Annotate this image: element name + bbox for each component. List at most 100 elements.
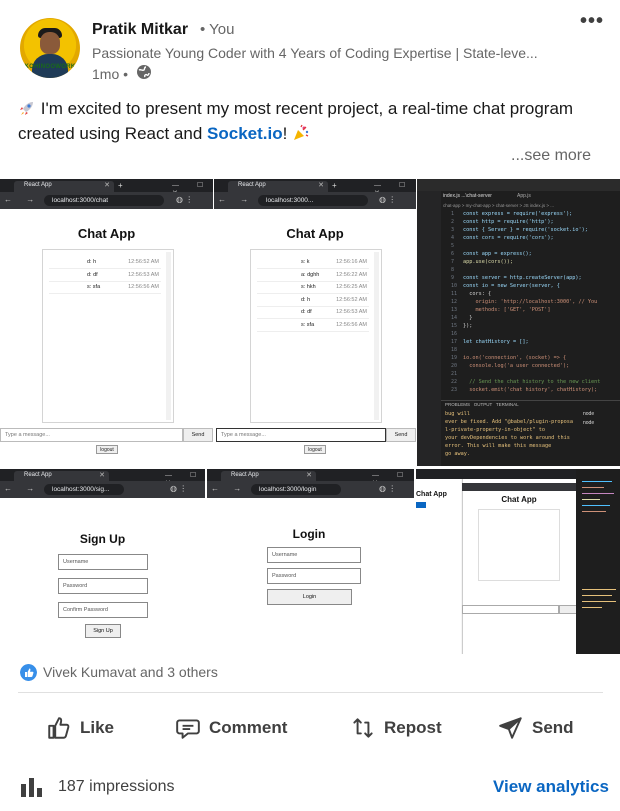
chat-message: s: sfa 12:56:56 AM (257, 319, 369, 332)
socketio-link[interactable]: Socket.io (207, 124, 283, 143)
mini-send (559, 605, 577, 614)
author-relation: • You (200, 21, 235, 38)
repost-label: Repost (384, 718, 442, 737)
tab-close-icon: ✕ (99, 472, 105, 479)
line-number: 20 (451, 363, 458, 369)
line-number: 14 (451, 315, 458, 321)
screenshot-login[interactable]: React App ✕ — ☐ ✕ ← → C localhost:3000/l… (207, 469, 414, 654)
mini-left-title: Chat App (416, 491, 447, 498)
line-number: 19 (451, 355, 458, 361)
line-number: 1 (451, 211, 455, 217)
extensions-icon: ◍ ⋮ (176, 195, 194, 204)
line-number: 17 (451, 339, 458, 345)
like-reaction-icon (20, 664, 37, 681)
signup-confirm-field: Confirm Password (58, 602, 148, 618)
logout-button: logout (304, 445, 326, 454)
new-tab-icon: + (332, 181, 337, 190)
screenshot-signup[interactable]: React App ✕ — ☐ ✕ ← → C localhost:3000/s… (0, 469, 205, 654)
action-divider (18, 692, 603, 693)
author-name[interactable]: Pratik Mitkar (92, 21, 188, 39)
browser-tab: React App ✕ (14, 181, 114, 192)
line-number: 16 (451, 331, 458, 337)
line-number: 10 (451, 283, 458, 289)
editor-tab-app: App.js (517, 193, 531, 199)
avatar[interactable]: KOHINOOWORK (20, 18, 80, 78)
panel-divider (441, 400, 620, 401)
chat-message-text: a: dghh (301, 271, 320, 278)
impressions[interactable]: 187 impressions (20, 776, 175, 798)
editor-breadcrumb: chat-app > my-chat-app > chat-server > J… (443, 203, 555, 208)
login-button: Login (267, 589, 352, 605)
post-media-collage[interactable]: React App ✕ + — ☐ ✕ ← → C localhost:3000… (0, 179, 620, 654)
avatar-badge-text: KOHINOOWORK (24, 64, 76, 70)
terminal-line: ever be fixed. Add "@babel/plugin-propos… (445, 419, 574, 425)
logout-button: logout (96, 445, 118, 454)
like-label: Like (80, 718, 115, 737)
reactions-summary[interactable]: Vivek Kumavat and 3 others (43, 664, 218, 680)
chat-message-time: 12:56:52 AM (128, 259, 159, 265)
code-line: const app = express(); (463, 251, 532, 257)
send-icon (499, 717, 522, 739)
screenshot-code-editor[interactable]: index.js ...\chat-server App.js chat-app… (417, 179, 620, 466)
login-title: Login (292, 527, 326, 541)
code-line: let chatHistory = []; (463, 339, 529, 345)
view-analytics-link[interactable]: View analytics (493, 777, 609, 797)
chat-message-text: d: df (301, 309, 312, 315)
chat-app-title: Chat App (77, 226, 136, 241)
line-number: 13 (451, 307, 458, 313)
code-line: app.use(cors()); (463, 259, 513, 265)
tab-title: React App (24, 182, 52, 188)
url-field: localhost:3000/chat (44, 195, 164, 206)
code-line: const { Server } = require('socket.io'); (463, 227, 588, 233)
line-number: 9 (451, 275, 455, 281)
browser-tabbar: React App ✕ — ☐ ✕ (0, 469, 205, 487)
browser-tabbar: React App ✕ + — ☐ ✕ (214, 179, 416, 197)
post-time: 1mo • (92, 66, 129, 82)
mini-blue-button (416, 502, 426, 508)
line-number: 11 (451, 291, 458, 297)
chat-message-text: s: sfa (301, 321, 315, 328)
line-number: 5 (451, 243, 455, 249)
bar-chart-icon (21, 778, 42, 797)
like-button[interactable]: Like (46, 712, 114, 744)
more-options-button[interactable]: ••• (580, 11, 604, 34)
terminal-session: node (583, 411, 595, 417)
chat-message-text: s: k (301, 259, 310, 265)
screenshot-chat-right[interactable]: React App ✕ + — ☐ ✕ ← → C localhost:3000… (214, 179, 416, 466)
send-button: Send (386, 428, 416, 442)
chat-message: s: hkh 12:56:25 AM (257, 281, 369, 294)
line-number: 7 (451, 259, 455, 265)
comment-label: Comment (209, 718, 288, 737)
see-more-link[interactable]: ...see more (511, 147, 591, 165)
author-headline: Passionate Young Coder with 4 Years of C… (92, 45, 538, 61)
post-body: I'm excited to present my most recent pr… (18, 96, 603, 146)
tab-title: React App (24, 472, 52, 478)
scrollbar (166, 252, 171, 420)
repost-button[interactable]: Repost (350, 712, 442, 744)
send-post-button[interactable]: Send (498, 712, 574, 744)
rocket-icon (20, 102, 33, 115)
chat-message-time: 12:56:53 AM (336, 309, 367, 315)
login-username-field: Username (267, 547, 361, 563)
extensions-icon: ◍ ⋮ (170, 484, 188, 493)
chat-message-text: s: hkh (301, 284, 316, 290)
mini-right-title: Chat App (501, 495, 537, 504)
tab-close-icon: ✕ (318, 182, 324, 189)
editor-titlebar (417, 179, 620, 191)
comment-button[interactable]: Comment (175, 712, 287, 744)
line-number: 8 (451, 267, 455, 273)
chat-message-time: 12:56:56 AM (128, 284, 159, 290)
line-number: 4 (451, 235, 455, 241)
code-line: io.on('connection', (socket) => { (463, 355, 567, 361)
code-line: socket.emit('chat history', chatHistory)… (463, 387, 598, 393)
terminal-line: l-private-property-in-object" to (445, 427, 545, 433)
tab-close-icon: ✕ (306, 472, 312, 479)
code-line: } (463, 315, 473, 321)
screenshot-composite[interactable]: Chat App Chat App (416, 469, 620, 654)
mini-addressbar (462, 483, 576, 491)
terminal-line: your devDependencies to work around this (445, 435, 570, 441)
tab-close-icon: ✕ (104, 182, 110, 189)
code-line: // Send the chat history to the new clie… (463, 379, 601, 385)
screenshot-chat-left[interactable]: React App ✕ + — ☐ ✕ ← → C localhost:3000… (0, 179, 213, 466)
chat-message-text: d: df (87, 271, 98, 278)
